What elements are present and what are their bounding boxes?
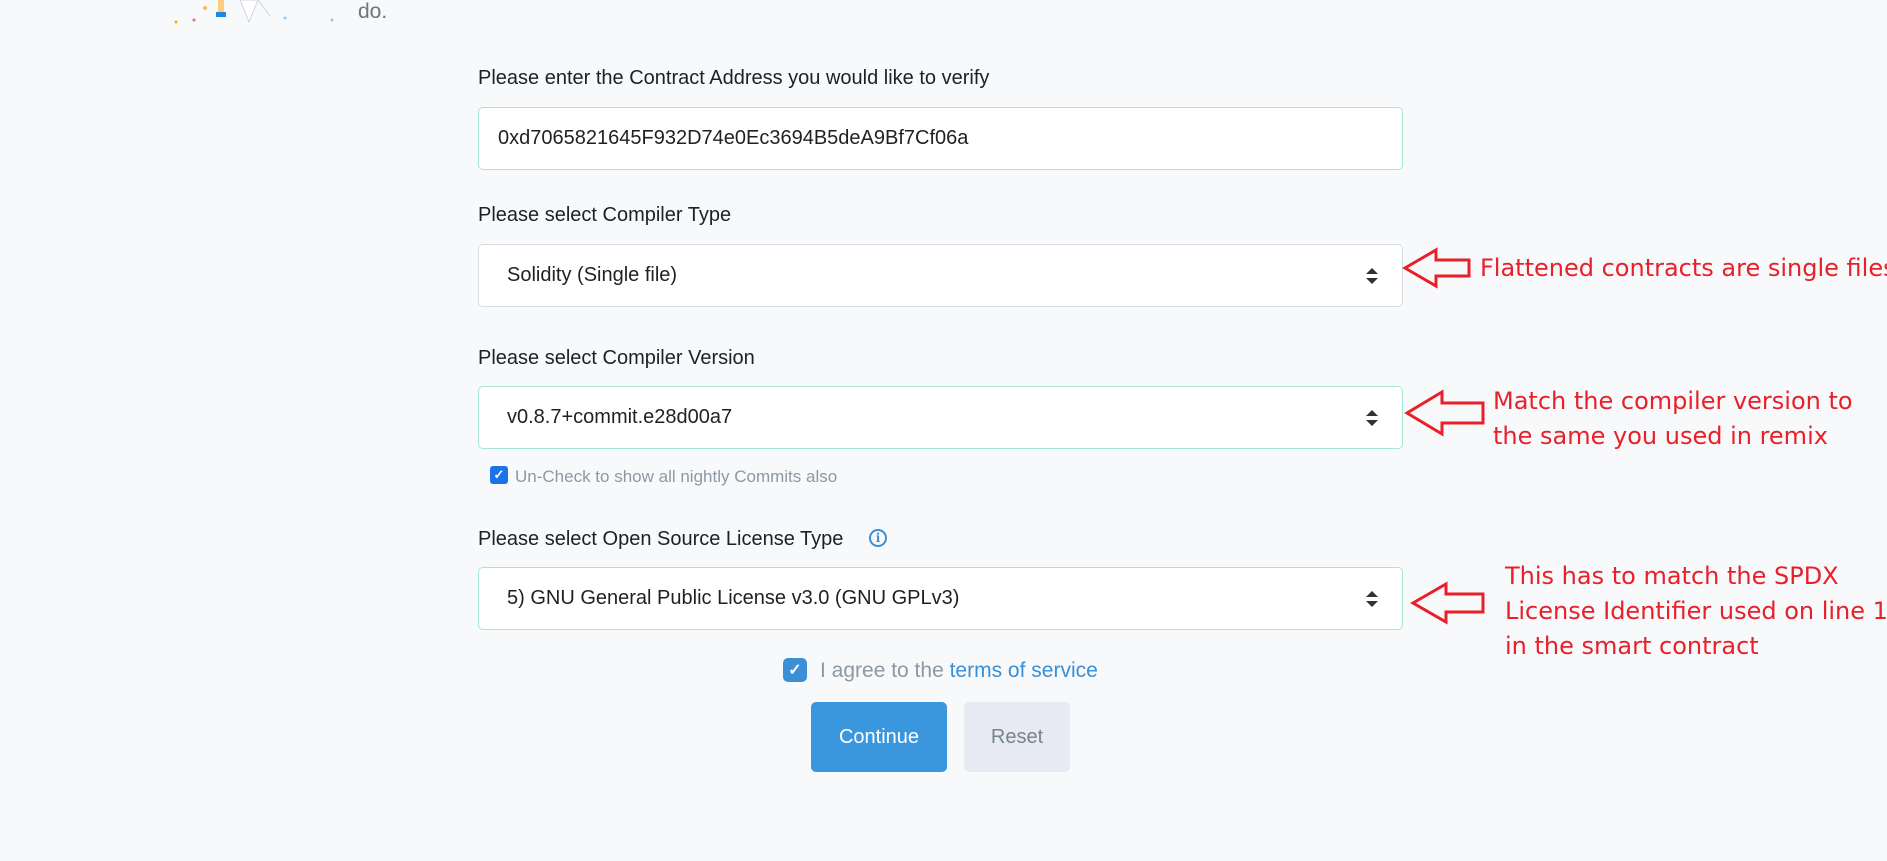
nightly-commits-checkbox[interactable]: ✓ (490, 466, 508, 484)
compiler-version-select[interactable]: v0.8.7+commit.e28d00a7 (478, 386, 1403, 449)
annotation-compiler-version: Match the compiler version to the same y… (1493, 384, 1853, 454)
header-illustration (174, 0, 334, 24)
compiler-type-label: Please select Compiler Type (478, 204, 732, 226)
annotation-line: Match the compiler version to (1493, 387, 1853, 415)
annotation-line: in the smart contract (1505, 632, 1759, 660)
annotation-line: License Identifier used on line 1 (1505, 597, 1887, 625)
annotation-license: This has to match the SPDX License Ident… (1505, 559, 1887, 664)
license-type-value: 5) GNU General Public License v3.0 (GNU … (507, 587, 960, 609)
compiler-version-label: Please select Compiler Version (478, 347, 755, 369)
contract-address-input[interactable]: 0xd7065821645F932D74e0Ec3694B5deA9Bf7Cf0… (478, 107, 1403, 170)
license-type-select[interactable]: 5) GNU General Public License v3.0 (GNU … (478, 567, 1403, 630)
annotation-line: the same you used in remix (1493, 422, 1828, 450)
annotation-arrow-icon (1410, 581, 1485, 625)
annotation-line: This has to match the SPDX (1505, 562, 1839, 590)
contract-address-value: 0xd7065821645F932D74e0Ec3694B5deA9Bf7Cf0… (498, 127, 969, 149)
license-type-label: Please select Open Source License Type (478, 528, 844, 550)
annotation-arrow-icon (1402, 247, 1471, 289)
reset-button[interactable]: Reset (964, 702, 1070, 772)
info-icon[interactable]: i (869, 529, 887, 547)
contract-address-label: Please enter the Contract Address you wo… (478, 67, 990, 89)
compiler-type-value: Solidity (Single file) (507, 264, 678, 286)
terms-of-service-link[interactable]: terms of service (950, 659, 1098, 682)
annotation-compiler-type: Flattened contracts are single files (1480, 251, 1887, 286)
agree-terms-prefix: I agree to the (820, 659, 950, 682)
select-caret-icon (1362, 265, 1382, 287)
select-caret-icon (1362, 588, 1382, 610)
select-caret-icon (1362, 407, 1382, 429)
nightly-commits-label: Un-Check to show all nightly Commits als… (515, 467, 838, 486)
compiler-type-select[interactable]: Solidity (Single file) (478, 244, 1403, 307)
agree-terms-label: I agree to the terms of service (820, 659, 1098, 683)
agree-terms-checkbox[interactable]: ✓ (783, 658, 807, 682)
continue-button[interactable]: Continue (811, 702, 947, 772)
compiler-version-value: v0.8.7+commit.e28d00a7 (507, 406, 733, 428)
header-partial-text: do. (358, 0, 388, 23)
annotation-line: Flattened contracts are single files (1480, 254, 1887, 282)
annotation-arrow-icon (1404, 389, 1485, 437)
